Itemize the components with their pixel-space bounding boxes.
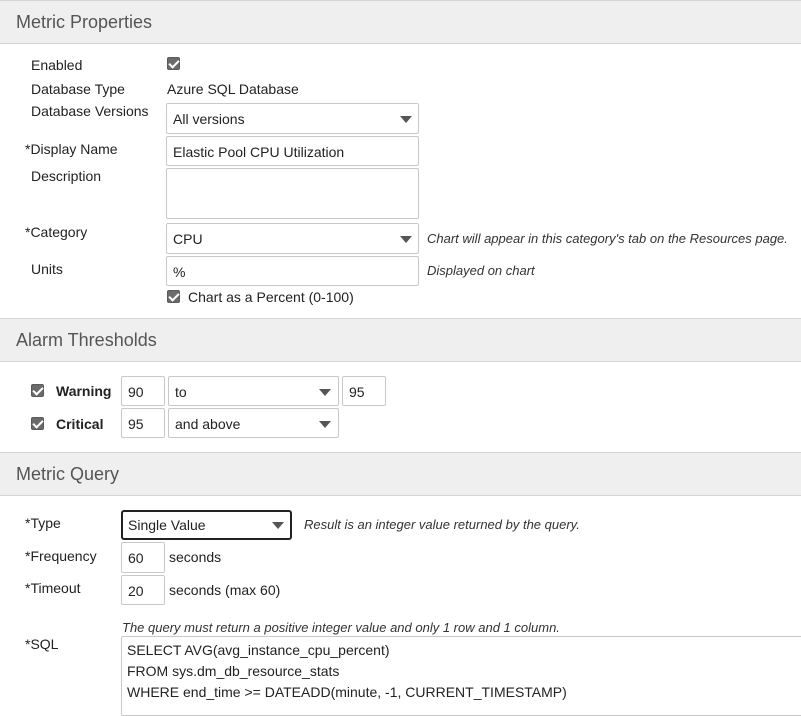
sql-line: FROM sys.dm_db_resource_stats	[127, 663, 340, 679]
database-type-label: Database Type	[31, 81, 125, 97]
sql-line: SELECT AVG(avg_instance_cpu_percent)	[127, 642, 390, 658]
chevron-down-icon	[400, 236, 412, 243]
section-title: Alarm Thresholds	[16, 330, 157, 350]
warning-checkbox[interactable]	[31, 384, 44, 397]
units-input[interactable]: %	[166, 256, 419, 286]
description-textarea[interactable]	[166, 168, 419, 219]
category-label: *Category	[25, 224, 88, 240]
frequency-label: *Frequency	[25, 548, 97, 564]
warning-label: Warning	[56, 383, 112, 399]
units-label: Units	[31, 261, 63, 277]
section-title: Metric Properties	[16, 12, 153, 32]
display-name-input[interactable]: Elastic Pool CPU Utilization	[166, 136, 419, 166]
chevron-down-icon	[319, 421, 331, 428]
critical-checkbox[interactable]	[31, 417, 44, 430]
critical-operator-selected: and above	[175, 416, 241, 432]
chart-percent-label: Chart as a Percent (0-100)	[188, 289, 354, 305]
enabled-label: Enabled	[31, 57, 83, 73]
chevron-down-icon	[400, 116, 412, 123]
units-value: %	[173, 264, 186, 280]
display-name-label: *Display Name	[25, 141, 118, 157]
critical-operator-select[interactable]: and above	[168, 408, 339, 438]
critical-from-input[interactable]: 95	[121, 408, 165, 438]
category-selected: CPU	[173, 231, 203, 247]
category-select[interactable]: CPU	[166, 223, 419, 254]
type-selected: Single Value	[128, 517, 206, 533]
warning-to-input[interactable]: 95	[342, 376, 386, 406]
metric-query-header: Metric Query	[0, 452, 801, 496]
frequency-input[interactable]: 60	[121, 542, 165, 573]
enabled-checkbox[interactable]	[167, 57, 180, 70]
timeout-unit: seconds (max 60)	[169, 582, 281, 598]
sql-line: WHERE end_time >= DATEADD(minute, -1, CU…	[127, 684, 567, 700]
warning-operator-selected: to	[175, 384, 187, 400]
chart-percent-checkbox[interactable]	[167, 290, 180, 303]
database-versions-label: Database Versions	[31, 103, 149, 119]
sql-editor[interactable]: SELECT AVG(avg_instance_cpu_percent) FRO…	[121, 636, 801, 716]
frequency-unit: seconds	[169, 549, 222, 565]
display-name-value: Elastic Pool CPU Utilization	[173, 144, 345, 160]
sql-label: *SQL	[25, 636, 59, 652]
sql-hint: The query must return a positive integer…	[122, 620, 560, 635]
database-type-value: Azure SQL Database	[167, 81, 299, 97]
warning-from-value: 90	[128, 384, 144, 400]
type-hint: Result is an integer value returned by t…	[304, 517, 580, 532]
alarm-thresholds-header: Alarm Thresholds	[0, 318, 801, 362]
type-select[interactable]: Single Value	[121, 510, 292, 540]
warning-to-value: 95	[349, 384, 365, 400]
timeout-label: *Timeout	[25, 580, 81, 596]
units-hint: Displayed on chart	[427, 263, 535, 278]
section-title: Metric Query	[16, 464, 120, 484]
timeout-value: 20	[128, 583, 144, 599]
critical-label: Critical	[56, 416, 104, 432]
warning-operator-select[interactable]: to	[168, 376, 339, 406]
chevron-down-icon	[319, 389, 331, 396]
category-hint: Chart will appear in this category's tab…	[427, 231, 788, 246]
timeout-input[interactable]: 20	[121, 575, 165, 605]
warning-from-input[interactable]: 90	[121, 376, 165, 406]
critical-from-value: 95	[128, 416, 144, 432]
database-versions-selected: All versions	[173, 111, 245, 127]
chevron-down-icon	[272, 522, 284, 529]
type-label: *Type	[25, 515, 61, 531]
description-label: Description	[31, 168, 102, 184]
frequency-value: 60	[128, 550, 144, 566]
database-versions-select[interactable]: All versions	[166, 103, 419, 134]
metric-properties-header: Metric Properties	[0, 0, 801, 44]
